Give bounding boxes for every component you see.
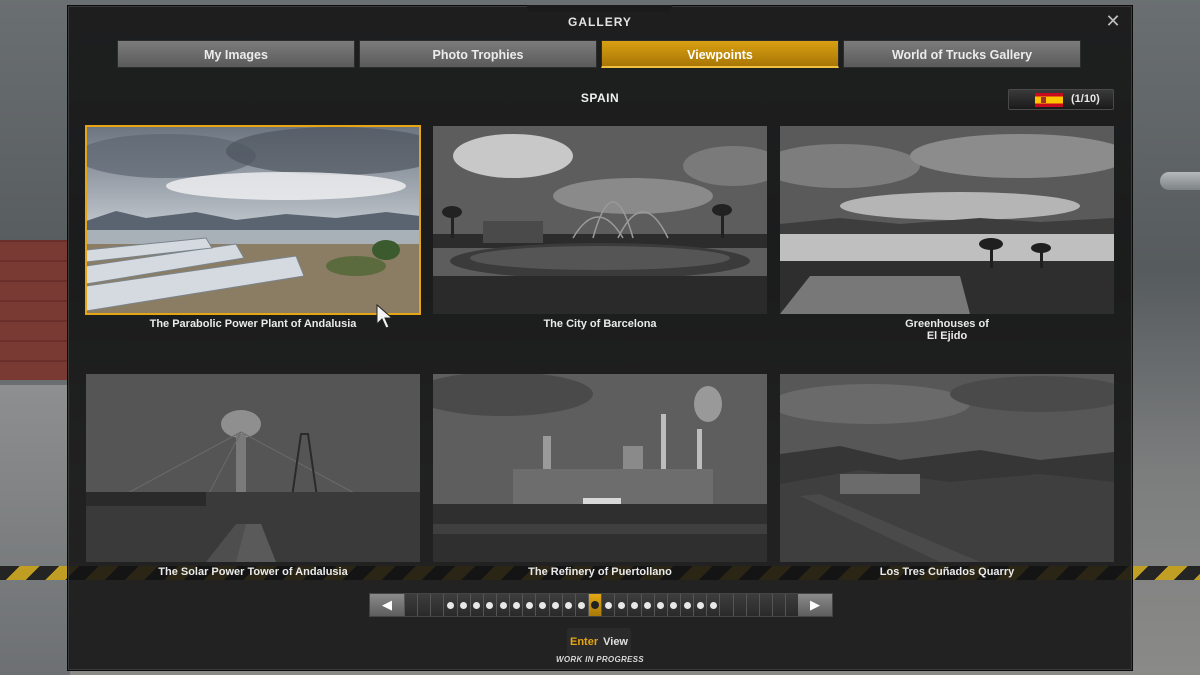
tab-world-of-trucks-gallery[interactable]: World of Trucks Gallery (843, 40, 1081, 68)
viewpoint-thumbnail (433, 374, 767, 562)
page-cell[interactable] (430, 594, 444, 616)
viewpoint-card[interactable]: The City of Barcelona (433, 126, 767, 330)
spain-flag-icon (1035, 93, 1063, 107)
work-in-progress-label: WORK IN PROGRESS (556, 655, 644, 664)
tab-my-images[interactable]: My Images (117, 40, 355, 68)
viewpoint-thumbnail (85, 125, 421, 315)
mouse-cursor-icon (376, 304, 394, 329)
tab-bar: My Images Photo Trophies Viewpoints Worl… (117, 40, 1081, 70)
viewpoint-caption: The Parabolic Power Plant of Andalusia (149, 318, 357, 330)
view-action-button[interactable]: Enter View (567, 628, 631, 656)
viewpoint-caption: The Refinery of Puertollano (528, 566, 672, 578)
viewpoint-caption: Greenhouses of El Ejido (905, 318, 989, 342)
tab-photo-trophies[interactable]: Photo Trophies (359, 40, 597, 68)
viewpoint-card[interactable]: The Refinery of Puertollano (433, 374, 767, 578)
viewpoint-caption: The City of Barcelona (543, 318, 657, 330)
country-selector[interactable]: (1/10) (1008, 89, 1114, 110)
viewpoint-caption: Los Tres Cuñados Quarry (879, 566, 1015, 578)
page-cell[interactable] (719, 594, 733, 616)
page-cell[interactable] (653, 594, 667, 616)
background-wall (0, 240, 68, 380)
view-label: View (603, 636, 628, 648)
viewpoint-card[interactable]: Los Tres Cuñados Quarry (780, 374, 1114, 578)
page-cell-current[interactable] (587, 594, 602, 616)
page-cell[interactable] (666, 594, 680, 616)
page-cell[interactable] (601, 594, 615, 616)
page-cell[interactable] (679, 594, 694, 616)
page-cell[interactable] (771, 594, 786, 616)
page-cell[interactable] (745, 594, 759, 616)
country-page-count: (1/10) (1071, 93, 1100, 105)
viewpoint-card[interactable]: Greenhouses of El Ejido (780, 126, 1114, 342)
page-cell[interactable] (535, 594, 549, 616)
viewpoint-thumbnail (780, 374, 1114, 562)
triangle-right-icon[interactable]: ▶ (798, 594, 832, 616)
close-icon[interactable]: ✕ (1104, 12, 1122, 30)
page-cell[interactable] (522, 594, 536, 616)
triangle-left-icon[interactable]: ◀ (370, 594, 404, 616)
viewpoint-thumbnail (86, 374, 420, 562)
viewpoint-thumbnail (780, 126, 1114, 314)
page-cell[interactable] (640, 594, 654, 616)
page-cell[interactable] (469, 594, 483, 616)
page-cell[interactable] (495, 594, 510, 616)
page-cell[interactable] (509, 594, 523, 616)
page-cell[interactable] (732, 594, 746, 616)
viewpoint-card[interactable]: The Solar Power Tower of Andalusia (86, 374, 420, 578)
page-cell[interactable] (614, 594, 628, 616)
page-cell[interactable] (706, 594, 720, 616)
page-cell[interactable] (785, 594, 799, 616)
page-cell[interactable] (482, 594, 496, 616)
page-cell[interactable] (758, 594, 772, 616)
page-cell[interactable] (548, 594, 562, 616)
page-cell[interactable] (456, 594, 470, 616)
page-cell[interactable] (417, 594, 431, 616)
page-cell[interactable] (404, 594, 418, 616)
page-cell[interactable] (443, 594, 457, 616)
page-cell[interactable] (561, 594, 575, 616)
page-cell[interactable] (693, 594, 707, 616)
viewpoint-card[interactable]: The Parabolic Power Plant of Andalusia (85, 125, 421, 330)
enter-key-label: Enter (570, 636, 599, 648)
tab-viewpoints[interactable]: Viewpoints (601, 40, 839, 68)
page-cell[interactable] (574, 594, 588, 616)
viewpoint-caption: The Solar Power Tower of Andalusia (158, 566, 348, 578)
page-scroller: ◀ ▶ (369, 593, 833, 617)
viewpoint-thumbnail (433, 126, 767, 314)
title-notch (527, 5, 672, 12)
background-floor (0, 385, 70, 675)
background-pipe (1160, 172, 1200, 190)
page-cell[interactable] (627, 594, 641, 616)
window-title: GALLERY (568, 15, 632, 29)
page-track (404, 594, 799, 616)
